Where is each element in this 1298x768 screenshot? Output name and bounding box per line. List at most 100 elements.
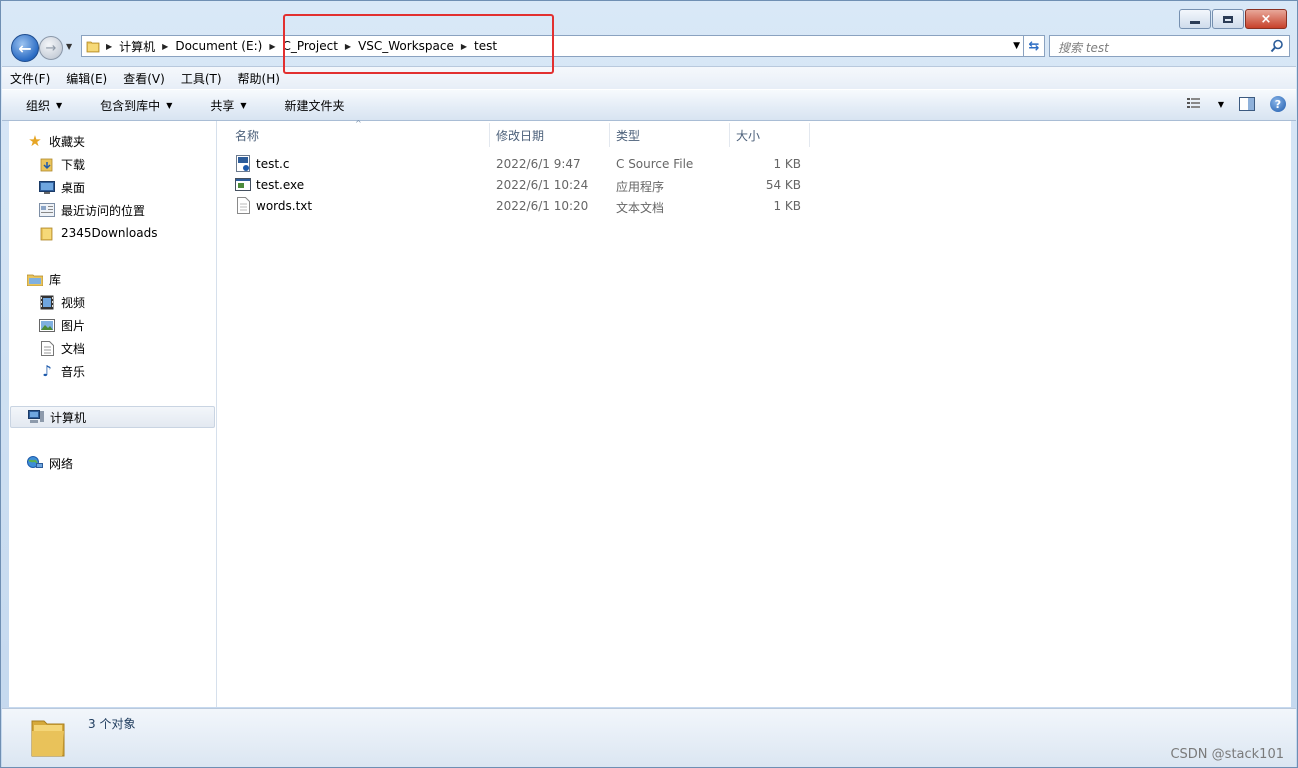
video-icon [39, 294, 55, 310]
recent-pages-dropdown[interactable]: ▼ [66, 42, 72, 51]
sidebar-label: 音乐 [61, 364, 86, 379]
sidebar-label: 桌面 [61, 180, 86, 195]
file-name: words.txt [256, 199, 313, 213]
search-input[interactable]: 搜索 test [1058, 39, 1109, 56]
search-icon[interactable] [1270, 39, 1284, 53]
explorer-window: × ← → ▼ ▶ 计算机 ▶ Document (E:) ▶ C_Projec… [0, 0, 1298, 768]
breadcrumb-computer[interactable]: 计算机 [114, 38, 160, 55]
change-view-button[interactable] [1186, 95, 1204, 113]
menu-tools[interactable]: 工具(T) [173, 70, 230, 87]
address-bar[interactable]: ▶ 计算机 ▶ Document (E:) ▶ C_Project ▶ VSC_… [81, 35, 1041, 57]
sidebar-item-downloads[interactable]: 下载 [9, 153, 244, 175]
sidebar-label: 2345Downloads [61, 226, 158, 240]
close-button[interactable]: × [1245, 9, 1287, 29]
sidebar-item-desktop[interactable]: 桌面 [9, 176, 244, 198]
sidebar-label: 视频 [61, 295, 86, 310]
search-box[interactable]: 搜索 test [1049, 35, 1290, 57]
breadcrumb: ▶ 计算机 ▶ Document (E:) ▶ C_Project ▶ VSC_… [104, 36, 502, 56]
c-source-file-icon [236, 155, 250, 172]
view-dropdown-icon[interactable]: ▼ [1218, 100, 1224, 109]
arrow-right-icon: → [45, 40, 57, 56]
file-list: ^ 名称 修改日期 类型 大小 test.c 2022/6/1 9:47 C S… [217, 119, 1291, 707]
navigation-bar: ← → ▼ ▶ 计算机 ▶ Document (E:) ▶ C_Project … [9, 34, 1291, 62]
back-button[interactable]: ← [11, 34, 39, 62]
chevron-down-icon: ▼ [166, 100, 173, 110]
sidebar-item-2345downloads[interactable]: 2345Downloads [9, 222, 244, 244]
table-row[interactable]: words.txt 2022/6/1 10:20 文本文档 1 KB [217, 196, 1291, 217]
file-name: test.c [256, 157, 290, 171]
column-divider[interactable] [609, 123, 610, 147]
forward-button[interactable]: → [39, 36, 63, 60]
sidebar-item-pictures[interactable]: 图片 [9, 314, 244, 336]
sidebar-item-network[interactable]: 网络 [9, 452, 232, 474]
menu-file[interactable]: 文件(F) [2, 70, 58, 87]
chevron-right-icon[interactable]: ▶ [267, 42, 277, 51]
view-details-icon [1186, 98, 1200, 108]
share-button[interactable]: 共享 ▼ [186, 97, 260, 114]
file-modified: 2022/6/1 10:20 [496, 199, 589, 213]
file-size: 54 KB [765, 178, 801, 192]
sidebar-label: 下载 [61, 157, 86, 172]
file-type: C Source File [616, 157, 694, 171]
table-row[interactable]: test.exe 2022/6/1 10:24 应用程序 54 KB [217, 175, 1291, 196]
chevron-right-icon[interactable]: ▶ [343, 42, 353, 51]
sidebar-label: 库 [49, 272, 62, 287]
sidebar-label: 文档 [61, 341, 86, 356]
include-in-library-label: 包含到库中 [100, 98, 161, 113]
menu-edit[interactable]: 编辑(E) [58, 70, 115, 87]
text-file-icon [237, 197, 250, 214]
downloads-folder-icon [39, 156, 55, 172]
chevron-right-icon[interactable]: ▶ [160, 42, 170, 51]
music-note-icon: ♪ [42, 362, 52, 380]
menu-help[interactable]: 帮助(H) [230, 70, 288, 87]
share-label: 共享 [210, 98, 235, 113]
breadcrumb-vsc-workspace[interactable]: VSC_Workspace [353, 39, 459, 53]
sidebar-label: 图片 [61, 318, 86, 333]
new-folder-button[interactable]: 新建文件夹 [261, 97, 359, 114]
column-header-modified[interactable]: 修改日期 [496, 123, 606, 147]
sidebar-item-favorites[interactable]: ★ 收藏夹 [9, 130, 232, 152]
watermark: CSDN @stack101 [1170, 747, 1284, 762]
file-type: 应用程序 [616, 180, 665, 194]
menu-view[interactable]: 查看(V) [115, 70, 173, 87]
help-icon[interactable]: ? [1270, 96, 1286, 112]
sidebar-item-documents[interactable]: 文档 [9, 337, 244, 359]
menu-bar: 文件(F) 编辑(E) 查看(V) 工具(T) 帮助(H) [2, 66, 1296, 89]
sidebar-item-libraries[interactable]: 库 [9, 268, 232, 290]
breadcrumb-c-project[interactable]: C_Project [277, 39, 342, 53]
folder-icon [39, 225, 55, 241]
maximize-button[interactable] [1212, 9, 1244, 29]
sidebar-label: 网络 [49, 456, 74, 471]
file-modified: 2022/6/1 10:24 [496, 178, 589, 192]
preview-pane-button[interactable] [1238, 95, 1256, 113]
caption-buttons: × [1178, 9, 1287, 29]
refresh-button[interactable]: ⇆ [1023, 35, 1045, 57]
sidebar-item-recent-places[interactable]: 最近访问的位置 [9, 199, 244, 221]
column-divider[interactable] [809, 123, 810, 147]
breadcrumb-test[interactable]: test [469, 39, 502, 53]
address-history-dropdown[interactable]: ▼ [1013, 41, 1020, 51]
breadcrumb-drive[interactable]: Document (E:) [170, 39, 267, 53]
folder-icon [31, 720, 65, 757]
organize-label: 组织 [26, 98, 51, 113]
organize-button[interactable]: 组织 ▼ [2, 97, 76, 114]
sidebar-item-videos[interactable]: 视频 [9, 291, 244, 313]
folder-icon [86, 41, 100, 53]
sidebar-item-music[interactable]: ♪ 音乐 [9, 360, 244, 382]
table-row[interactable]: test.c 2022/6/1 9:47 C Source File 1 KB [217, 154, 1291, 175]
file-size: 1 KB [773, 199, 801, 213]
file-name: test.exe [256, 178, 305, 192]
item-count: 3 个对象 [88, 717, 136, 731]
column-divider[interactable] [489, 123, 490, 147]
chevron-right-icon[interactable]: ▶ [104, 42, 114, 51]
chevron-right-icon[interactable]: ▶ [459, 42, 469, 51]
sidebar-item-computer[interactable]: 计算机 [10, 406, 215, 428]
minimize-button[interactable] [1179, 9, 1211, 29]
command-bar: 组织 ▼ 包含到库中 ▼ 共享 ▼ 新建文件夹 ▼ ? [2, 89, 1296, 121]
file-modified: 2022/6/1 9:47 [496, 157, 581, 171]
column-header-type[interactable]: 类型 [616, 123, 726, 147]
column-header-name[interactable]: 名称 [235, 123, 485, 147]
include-in-library-button[interactable]: 包含到库中 ▼ [76, 97, 186, 114]
column-divider[interactable] [729, 123, 730, 147]
column-header-size[interactable]: 大小 [736, 123, 806, 147]
